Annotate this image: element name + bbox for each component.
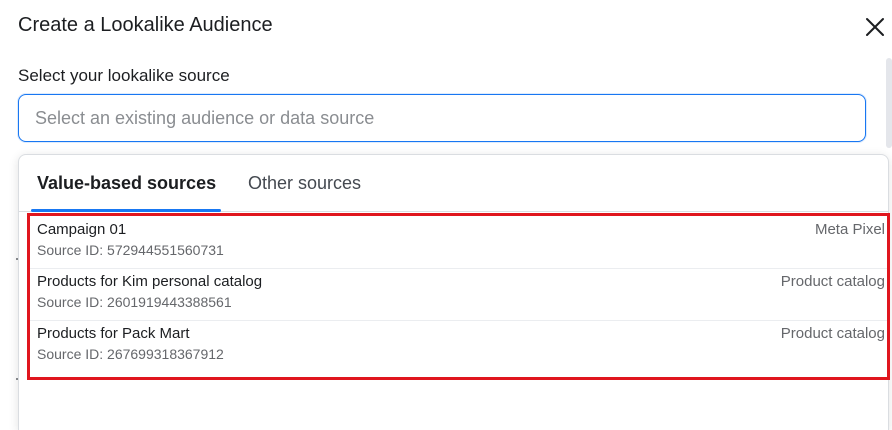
scrollbar[interactable]	[886, 58, 892, 148]
source-id: Source ID: 572944551560731	[37, 242, 224, 258]
source-name: Products for Pack Mart	[37, 325, 190, 342]
close-button[interactable]	[862, 14, 888, 40]
active-tab-indicator	[31, 209, 221, 212]
close-icon	[866, 18, 884, 36]
source-type: Product catalog	[780, 325, 885, 342]
source-list: Campaign 01 Source ID: 572944551560731 M…	[29, 217, 889, 373]
source-type: Meta Pixel	[814, 221, 885, 238]
list-item[interactable]: Campaign 01 Source ID: 572944551560731 M…	[29, 217, 889, 269]
list-item[interactable]: Products for Pack Mart Source ID: 267699…	[29, 321, 889, 373]
list-item[interactable]: Products for Kim personal catalog Source…	[29, 269, 889, 321]
source-dropdown: Value-based sources Other sources Campai…	[18, 154, 889, 430]
tab-value-based-sources[interactable]: Value-based sources	[37, 173, 216, 194]
source-tabs: Value-based sources Other sources	[19, 155, 888, 212]
tab-other-sources[interactable]: Other sources	[248, 173, 361, 194]
source-type: Product catalog	[780, 273, 885, 290]
source-name: Products for Kim personal catalog	[37, 273, 263, 290]
dialog-title: Create a Lookalike Audience	[18, 14, 273, 36]
source-name: Campaign 01	[37, 221, 127, 238]
source-id: Source ID: 267699318367912	[37, 346, 224, 362]
lookalike-source-label: Select your lookalike source	[18, 66, 230, 85]
source-search-input[interactable]	[18, 94, 866, 142]
source-id: Source ID: 2601919443388561	[37, 294, 232, 310]
